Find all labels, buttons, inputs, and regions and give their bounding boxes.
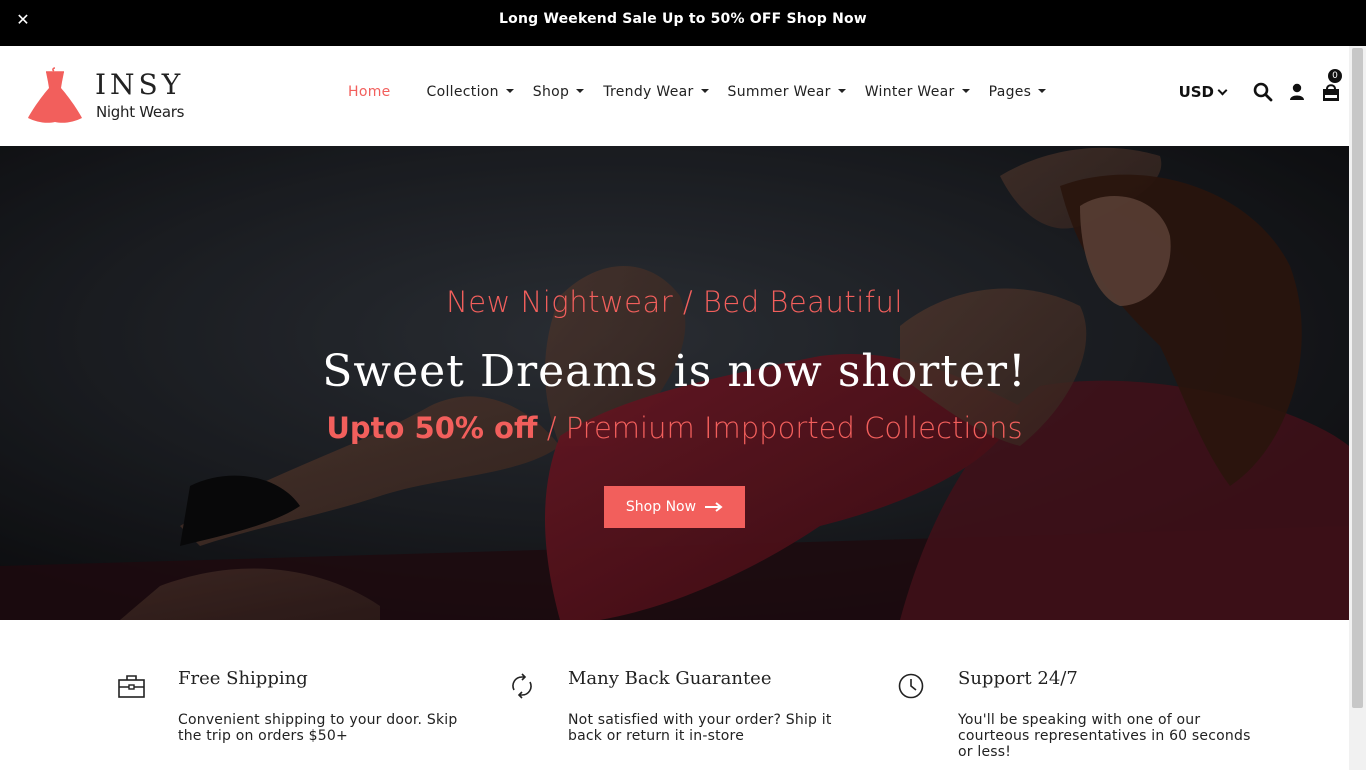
nav-item-summer-wear[interactable]: Summer Wear [728,84,846,104]
feature-description: Convenient shipping to your door. Skip t… [178,712,458,744]
announcement-message[interactable]: Long Weekend Sale Up to 50% OFF Shop Now [0,11,1366,27]
feature-title: Many Back Guarantee [568,668,772,689]
scrollbar-thumb[interactable] [1352,48,1363,708]
chevron-down-icon [1217,85,1228,95]
hero-banner: New Nightwear / Bed Beautiful Sweet Drea… [0,146,1349,620]
nav-item-trendy-wear[interactable]: Trendy Wear [603,84,709,104]
briefcase-icon [118,675,145,698]
site-header: INSY Night Wears Home Collection Shop Tr… [0,46,1366,146]
nav-label: Winter Wear [864,84,955,100]
nav-label: Summer Wear [727,84,831,100]
currency-selector[interactable]: USD [1178,83,1228,101]
nav-label: Trendy Wear [603,84,694,100]
clock-icon [898,673,924,699]
main-nav: Home Collection Shop Trendy Wear Summer … [348,84,1065,104]
arrow-right-icon [705,502,723,512]
feature-title: Support 24/7 [958,668,1078,689]
currency-label: USD [1178,83,1214,101]
hero-title: Sweet Dreams is now shorter! [322,346,1027,397]
feature-description: Not satisfied with your order? Ship it b… [568,712,832,744]
nav-item-winter-wear[interactable]: Winter Wear [865,84,970,104]
feature-title: Free Shipping [178,668,308,689]
nav-item-home[interactable]: Home [348,84,391,104]
features-section: Free Shipping Convenient shipping to you… [0,620,1349,770]
user-icon[interactable] [1286,81,1308,103]
nav-item-pages[interactable]: Pages [989,84,1047,104]
cart-count-badge: 0 [1328,69,1342,83]
brand-tagline: Night Wears [96,103,185,121]
caret-down-icon [576,89,585,93]
nav-item-shop[interactable]: Shop [532,84,585,104]
search-icon[interactable] [1252,81,1274,103]
nav-item-collection[interactable]: Collection [427,84,514,104]
nav-label: Shop [532,84,570,100]
header-actions: USD 0 [1178,69,1342,105]
nav-label: Home [348,84,391,100]
cart-icon[interactable]: 0 [1320,69,1342,103]
shop-now-label: Shop Now [625,499,697,515]
announcement-bar: ✕ Long Weekend Sale Up to 50% OFF Shop N… [0,0,1366,46]
caret-down-icon [700,89,709,93]
caret-down-icon [837,89,846,93]
hero-offer: Upto 50% off / Premium Impported Collect… [0,411,1349,445]
caret-down-icon [1038,89,1047,93]
page-scrollbar[interactable] [1349,46,1366,770]
nav-label: Collection [426,84,499,100]
hero-subtitle: New Nightwear / Bed Beautiful [446,285,903,319]
brand-name: INSY [95,68,185,101]
feature-description: You'll be speaking with one of our court… [958,712,1251,760]
nav-label: Pages [988,84,1032,100]
caret-down-icon [505,89,514,93]
hero-offer-text: / Premium Impported Collections [537,411,1023,445]
brand-logo[interactable]: INSY Night Wears [26,66,196,126]
hero-offer-highlight: Upto 50% off [326,411,538,445]
caret-down-icon [961,89,970,93]
shop-now-button[interactable]: Shop Now [604,486,745,528]
dress-logo-icon [28,67,82,123]
refresh-icon [512,673,532,699]
